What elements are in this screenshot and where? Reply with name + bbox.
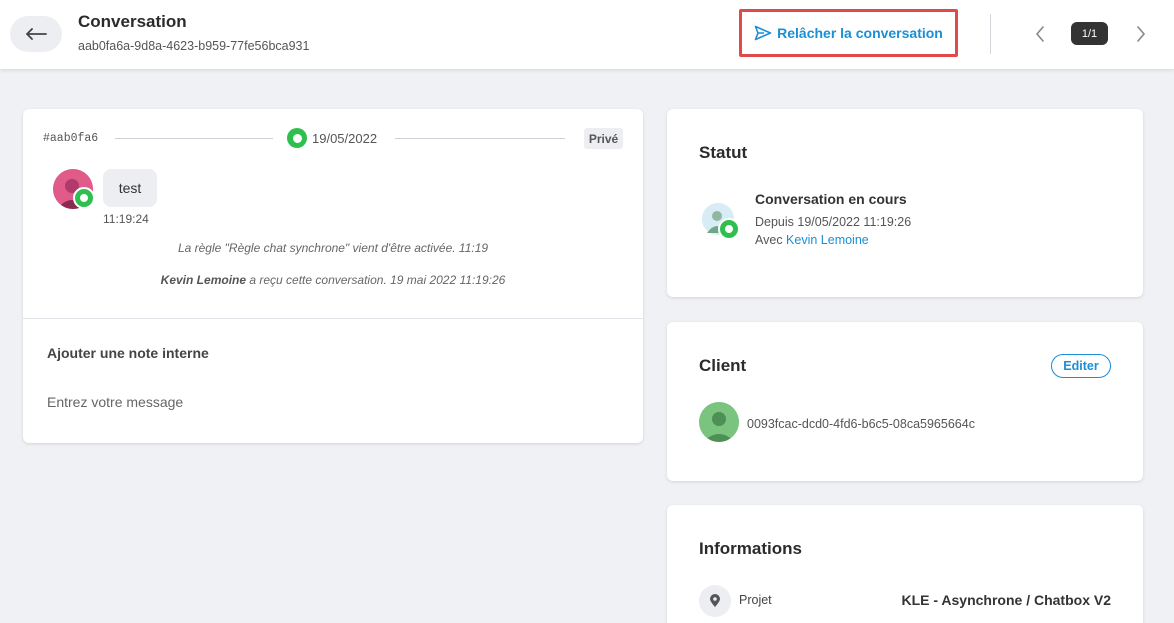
chat-channel-icon [287, 128, 307, 148]
conversation-date: 19/05/2022 [312, 131, 378, 146]
project-icon-wrapper [699, 585, 731, 617]
project-value: KLE - Asynchrone / Chatbox V2 [901, 592, 1111, 608]
conversation-uuid: aab0fa6a-9d8a-4623-b959-77fe56bca931 [78, 39, 310, 53]
internal-note-label: Ajouter une note interne [47, 345, 209, 361]
arrow-left-icon [26, 28, 47, 40]
client-avatar [699, 402, 739, 442]
system-event-rule: La règle "Règle chat synchrone" vient d'… [177, 241, 489, 255]
page-indicator: 1/1 [1071, 22, 1108, 45]
status-title: Statut [699, 143, 748, 162]
conversation-card: #aab0fa6 19/05/2022 Privé test 11:19:24 … [23, 109, 643, 443]
status-with-prefix: Avec [755, 233, 787, 247]
status-since: Depuis 19/05/2022 11:19:26 [755, 215, 912, 229]
system-event-assignment: Kevin Lemoine a reçu cette conversation.… [23, 273, 643, 287]
send-icon [754, 25, 772, 41]
client-title: Client [699, 356, 747, 375]
status-text: Conversation en cours [755, 191, 907, 207]
card-divider [23, 318, 643, 319]
agent-link[interactable]: Kevin Lemoine [786, 233, 869, 247]
location-pin-icon [710, 594, 720, 607]
client-avatar-icon [699, 402, 739, 442]
chevron-left-icon [1035, 26, 1044, 42]
event-text: a reçu cette conversation. 19 mai 2022 1… [246, 273, 506, 287]
edit-client-button[interactable]: Editer [1051, 354, 1111, 378]
event-agent-name: Kevin Lemoine [160, 273, 247, 287]
next-button[interactable] [1131, 22, 1151, 46]
status-with: Avec Kevin Lemoine [755, 233, 869, 247]
informations-card: Informations Projet KLE - Asynchrone / C… [667, 505, 1143, 623]
back-button[interactable] [10, 16, 62, 52]
conversation-short-id: #aab0fa6 [43, 132, 99, 145]
previous-button[interactable] [1030, 22, 1050, 46]
project-label: Projet [739, 593, 772, 607]
release-conversation-button[interactable]: Relâcher la conversation [739, 9, 958, 57]
chevron-right-icon [1137, 26, 1146, 42]
message-time: 11:19:24 [103, 212, 149, 226]
date-separator-right [395, 138, 565, 139]
chat-badge-icon [718, 218, 740, 240]
message-bubble: test [103, 169, 157, 207]
client-id: 0093fcac-dcd0-4fd6-b6c5-08ca5965664c [747, 417, 975, 431]
date-separator-left [115, 138, 273, 139]
client-card: Client Editer 0093fcac-dcd0-4fd6-b6c5-08… [667, 322, 1143, 481]
informations-title: Informations [699, 539, 802, 558]
status-card: Statut Conversation en cours Depuis 19/0… [667, 109, 1143, 297]
header-divider [990, 14, 991, 54]
release-conversation-label: Relâcher la conversation [777, 25, 943, 41]
page-title: Conversation [78, 12, 187, 31]
visibility-badge: Privé [584, 128, 623, 149]
chat-badge-icon [73, 187, 95, 209]
top-bar: Conversation aab0fa6a-9d8a-4623-b959-77f… [0, 0, 1174, 69]
internal-note-input[interactable] [47, 391, 617, 413]
